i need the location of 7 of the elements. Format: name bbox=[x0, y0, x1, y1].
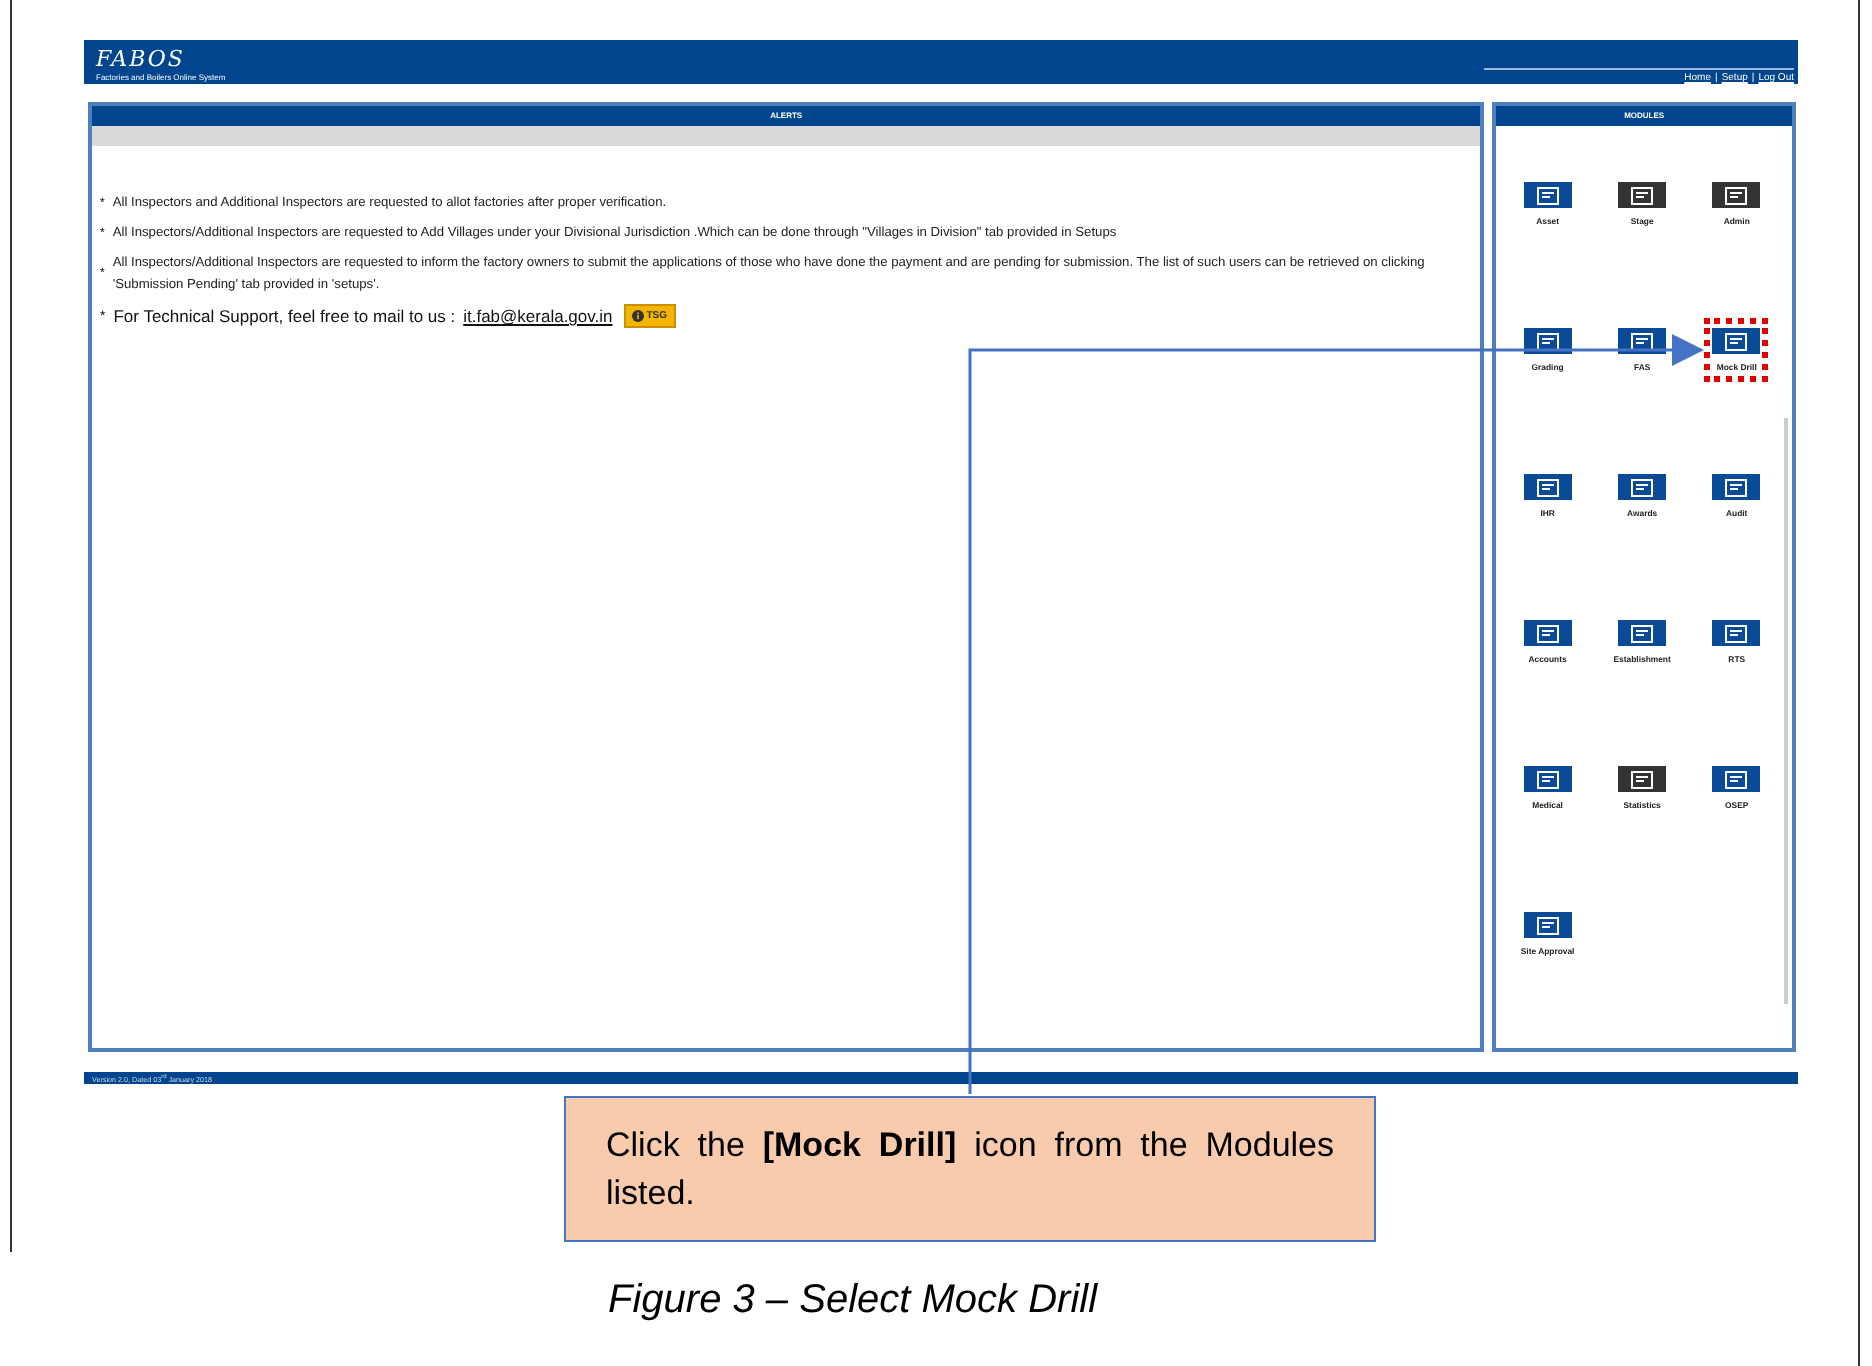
support-text: For Technical Support, feel free to mail to us : bbox=[113, 305, 456, 327]
callout-note: Click the [Mock Drill] icon from the Modules listed. bbox=[564, 1096, 1376, 1242]
info-icon bbox=[632, 310, 645, 322]
figure-caption: Figure 3 – Select Mock Drill bbox=[608, 1278, 1100, 1324]
logo: FABOS bbox=[96, 48, 187, 72]
email-link[interactable]: it.fab@kerala.gov.in bbox=[463, 306, 613, 326]
scrollbar[interactable] bbox=[1784, 418, 1788, 1004]
